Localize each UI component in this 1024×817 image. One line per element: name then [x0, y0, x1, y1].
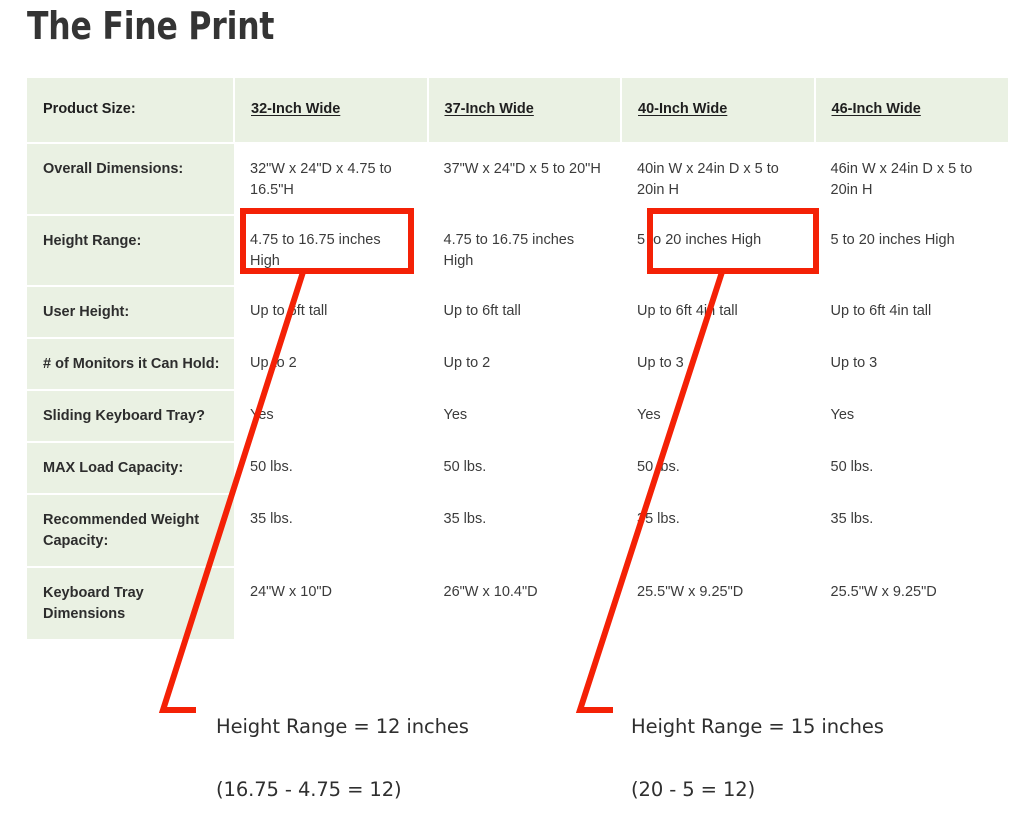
- table-cell: 50 lbs.: [427, 442, 621, 495]
- table-cell: 40in W x 24in D x 5 to 20in H: [621, 143, 815, 216]
- table-cell: 35 lbs.: [621, 494, 815, 568]
- spec-comparison-table: Product Size: 32-Inch Wide 37-Inch Wide …: [27, 78, 1008, 640]
- table-cell: Yes: [814, 390, 1008, 443]
- row-label: User Height:: [27, 286, 234, 340]
- header-cell-37: 37-Inch Wide: [427, 78, 622, 145]
- table-cell-highlighted-right: 5 to 20 inches High: [621, 215, 815, 287]
- table-cell: 35 lbs.: [427, 494, 621, 568]
- row-label: Height Range:: [27, 215, 234, 288]
- table-row: Height Range: 4.75 to 16.75 inches High …: [27, 215, 1008, 288]
- table-cell: 37"W x 24"D x 5 to 20"H: [427, 143, 621, 216]
- annotation-caption-left-line1: Height Range = 12 inches: [216, 714, 469, 738]
- table-cell: 4.75 to 16.75 inches High: [427, 215, 621, 287]
- table-cell: Up to 6ft 4in tall: [621, 286, 815, 339]
- annotation-caption-right-line2: (20 - 5 = 12): [631, 777, 756, 801]
- table-cell: Up to 3: [814, 338, 1008, 391]
- table-cell: 25.5"W x 9.25"D: [814, 567, 1008, 640]
- row-label: Overall Dimensions:: [27, 143, 234, 217]
- column-header-label[interactable]: 46-Inch Wide: [832, 101, 921, 117]
- table-cell: 26"W x 10.4"D: [427, 567, 621, 640]
- table-cell: Up to 2: [427, 338, 621, 391]
- table-cell: Yes: [427, 390, 621, 443]
- table-row: Recommended Weight Capacity: 35 lbs. 35 …: [27, 494, 1008, 569]
- table-row: Keyboard Tray Dimensions 24"W x 10"D 26"…: [27, 567, 1008, 640]
- row-label: # of Monitors it Can Hold:: [27, 338, 234, 392]
- header-label-cell: Product Size:: [27, 78, 235, 145]
- row-label: Sliding Keyboard Tray?: [27, 390, 234, 444]
- column-header-label[interactable]: 40-Inch Wide: [638, 101, 727, 117]
- fine-print-page: The Fine Print Product Size: 32-Inch Wid…: [0, 0, 1024, 817]
- table-cell: 35 lbs.: [234, 494, 428, 568]
- table-cell: 46in W x 24in D x 5 to 20in H: [814, 143, 1008, 216]
- table-row: Overall Dimensions: 32"W x 24"D x 4.75 t…: [27, 143, 1008, 217]
- annotation-caption-left-line2: (16.75 - 4.75 = 12): [216, 777, 402, 801]
- page-title: The Fine Print: [27, 4, 275, 48]
- table-cell: 32"W x 24"D x 4.75 to 16.5"H: [234, 143, 428, 216]
- table-cell: 24"W x 10"D: [234, 567, 428, 640]
- row-label: MAX Load Capacity:: [27, 442, 234, 496]
- table-cell: Up to 6ft tall: [234, 286, 428, 339]
- column-header-label[interactable]: 37-Inch Wide: [445, 101, 534, 117]
- table-row: Sliding Keyboard Tray? Yes Yes Yes Yes: [27, 390, 1008, 444]
- header-cell-46: 46-Inch Wide: [814, 78, 1008, 145]
- table-header-row: Product Size: 32-Inch Wide 37-Inch Wide …: [27, 78, 1008, 145]
- table-cell: 50 lbs.: [814, 442, 1008, 495]
- table-cell: Up to 6ft tall: [427, 286, 621, 339]
- table-cell: Up to 6ft 4in tall: [814, 286, 1008, 339]
- table-cell: Up to 3: [621, 338, 815, 391]
- table-cell: 50 lbs.: [621, 442, 815, 495]
- table-cell: 35 lbs.: [814, 494, 1008, 568]
- row-label: Keyboard Tray Dimensions: [27, 567, 234, 640]
- table-cell: 50 lbs.: [234, 442, 428, 495]
- table-cell: 5 to 20 inches High: [814, 215, 1008, 287]
- table-cell: Yes: [234, 390, 428, 443]
- table-row: User Height: Up to 6ft tall Up to 6ft ta…: [27, 286, 1008, 340]
- column-header-label[interactable]: 32-Inch Wide: [251, 101, 340, 117]
- table-row: MAX Load Capacity: 50 lbs. 50 lbs. 50 lb…: [27, 442, 1008, 496]
- table-row: # of Monitors it Can Hold: Up to 2 Up to…: [27, 338, 1008, 392]
- row-label: Recommended Weight Capacity:: [27, 494, 234, 569]
- header-cell-40: 40-Inch Wide: [621, 78, 816, 145]
- header-cell-32: 32-Inch Wide: [234, 78, 429, 145]
- table-cell: Up to 2: [234, 338, 428, 391]
- annotation-caption-right-line1: Height Range = 15 inches: [631, 714, 884, 738]
- table-cell: 25.5"W x 9.25"D: [621, 567, 815, 640]
- annotation-caption-right: Height Range = 15 inches (20 - 5 = 12): [631, 679, 884, 817]
- annotation-caption-left: Height Range = 12 inches (16.75 - 4.75 =…: [216, 679, 469, 817]
- table-cell-highlighted-left: 4.75 to 16.75 inches High: [234, 215, 428, 287]
- table-cell: Yes: [621, 390, 815, 443]
